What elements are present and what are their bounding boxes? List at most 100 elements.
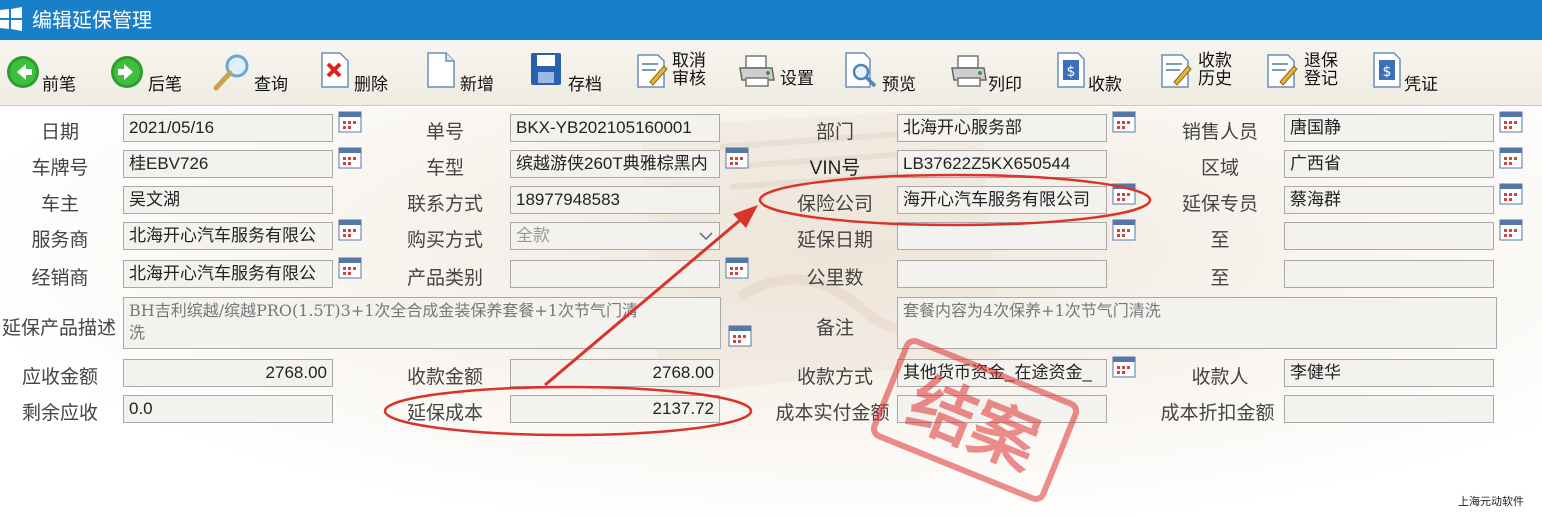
- plate-label: 车牌号: [31, 157, 89, 179]
- calendar-icon[interactable]: [1499, 183, 1523, 205]
- calendar-icon[interactable]: [338, 257, 362, 279]
- svg-text:$: $: [1383, 64, 1392, 80]
- print-button[interactable]: 列印: [950, 40, 1030, 106]
- cost-discount-label: 成本折扣金额: [1160, 402, 1275, 424]
- insurer-field[interactable]: 海开心汽车服务有限公司: [897, 186, 1107, 214]
- service-provider-label: 服务商: [31, 229, 89, 251]
- specialist-label: 延保专员: [1181, 193, 1258, 215]
- calendar-icon[interactable]: [338, 147, 362, 169]
- preview-button[interactable]: 预览: [844, 40, 924, 106]
- owner-field[interactable]: 吴文湖: [123, 186, 333, 214]
- arrow-left-icon: [7, 56, 39, 88]
- model-field[interactable]: 缤越游侠260T典雅棕黑内: [510, 150, 720, 178]
- cost-discount-field[interactable]: [1284, 395, 1494, 423]
- purchase-method-value: 全款: [516, 226, 550, 245]
- money-document-icon: $: [1373, 52, 1401, 88]
- contact-field[interactable]: 18977948583: [510, 186, 720, 214]
- calendar-icon[interactable]: [725, 147, 749, 169]
- model-label: 车型: [425, 157, 464, 179]
- calendar-icon[interactable]: [1499, 111, 1523, 133]
- calendar-icon[interactable]: [1112, 219, 1136, 241]
- printer-icon: [951, 55, 987, 87]
- product-desc-line-1: BH吉利缤越/缤越PRO(1.5T)3+1次全合成金装保养套餐+1次节气门清: [129, 301, 638, 320]
- edit-form: 日期 2021/05/16 单号 BKX-YB202105160001 部门 北…: [0, 107, 1542, 517]
- contact-label: 联系方式: [406, 193, 483, 215]
- cancel-review-button[interactable]: 取消 审核: [636, 40, 716, 106]
- printer-settings-icon: [739, 55, 775, 87]
- edit-document-icon: [637, 54, 668, 88]
- magnifier-icon: [213, 54, 249, 91]
- warranty-date-field[interactable]: [897, 222, 1107, 250]
- calendar-icon[interactable]: [1112, 111, 1136, 133]
- chevron-down-icon: [699, 232, 713, 241]
- prev-button[interactable]: 前笔: [6, 40, 86, 106]
- preview-icon: [845, 52, 877, 88]
- vin-field[interactable]: LB37622Z5KX650544: [897, 150, 1107, 178]
- order-no-field[interactable]: BKX-YB202105160001: [510, 114, 720, 142]
- date-label: 日期: [40, 121, 79, 143]
- next-button[interactable]: 后笔: [110, 40, 190, 106]
- stamp-text: 结案: [898, 363, 1051, 485]
- purchase-method-select[interactable]: 全款: [510, 222, 720, 250]
- mileage-field[interactable]: [897, 260, 1107, 288]
- dealer-label: 经销商: [31, 267, 89, 289]
- order-no-label: 单号: [425, 121, 464, 143]
- to-mileage-field[interactable]: [1284, 260, 1494, 288]
- product-desc-line-2: 洗: [129, 323, 146, 342]
- receiver-field[interactable]: 李健华: [1284, 359, 1494, 387]
- remaining-field[interactable]: 0.0: [123, 395, 333, 423]
- edit-document-icon: [1161, 54, 1192, 88]
- edit-document-icon: [1267, 54, 1298, 88]
- salesperson-field[interactable]: 唐国静: [1284, 114, 1494, 142]
- received-field[interactable]: 2768.00: [510, 359, 720, 387]
- new-document-icon: [427, 52, 455, 88]
- remaining-label: 剩余应收: [21, 402, 98, 424]
- service-provider-field[interactable]: 北海开心汽车服务有限公: [123, 222, 333, 250]
- windows-logo-icon: [0, 7, 22, 31]
- query-button[interactable]: 查询: [212, 40, 297, 106]
- dealer-field[interactable]: 北海开心汽车服务有限公: [123, 260, 333, 288]
- product-desc-label: 延保产品描述: [1, 317, 116, 339]
- remark-textarea[interactable]: 套餐内容为4次保养+1次节气门清洗: [897, 297, 1497, 349]
- mileage-label: 公里数: [806, 267, 864, 289]
- to-date-field[interactable]: [1284, 222, 1494, 250]
- collect-history-button[interactable]: 收款 历史: [1160, 40, 1240, 106]
- delete-button[interactable]: 删除: [320, 40, 395, 106]
- calendar-icon[interactable]: [1112, 183, 1136, 205]
- svg-text:$: $: [1067, 64, 1076, 80]
- department-field[interactable]: 北海开心服务部: [897, 114, 1107, 142]
- calendar-icon[interactable]: [1499, 219, 1523, 241]
- settings-button[interactable]: 设置: [738, 40, 818, 106]
- to-date-label: 至: [1210, 229, 1230, 251]
- product-category-field[interactable]: [510, 260, 720, 288]
- receiver-label: 收款人: [1191, 366, 1249, 388]
- calendar-icon[interactable]: [728, 325, 752, 347]
- voucher-button[interactable]: $ 凭证: [1372, 40, 1452, 106]
- new-button[interactable]: 新增: [426, 40, 501, 106]
- to-mileage-label: 至: [1210, 267, 1230, 289]
- calendar-icon[interactable]: [338, 219, 362, 241]
- window-title: 编辑延保管理: [32, 8, 152, 32]
- pay-method-label: 收款方式: [796, 366, 873, 388]
- warranty-cost-field[interactable]: 2137.72: [510, 395, 720, 423]
- plate-field[interactable]: 桂EBV726: [123, 150, 333, 178]
- warranty-cost-label: 延保成本: [406, 402, 483, 424]
- save-button[interactable]: 存档: [530, 40, 605, 106]
- region-field[interactable]: 广西省: [1284, 150, 1494, 178]
- calendar-icon[interactable]: [338, 111, 362, 133]
- receivable-label: 应收金额: [21, 366, 98, 388]
- arrow-right-icon: [111, 56, 143, 88]
- vendor-footer: 上海元动软件: [1458, 495, 1524, 508]
- money-document-icon: $: [1057, 52, 1085, 88]
- refund-register-button[interactable]: 退保 登记: [1266, 40, 1346, 106]
- vin-label: VIN号: [809, 158, 861, 179]
- collect-button[interactable]: $ 收款: [1056, 40, 1136, 106]
- calendar-icon[interactable]: [725, 257, 749, 279]
- calendar-icon[interactable]: [1112, 356, 1136, 378]
- calendar-icon[interactable]: [1499, 147, 1523, 169]
- date-field[interactable]: 2021/05/16: [123, 114, 333, 142]
- specialist-field[interactable]: 蔡海群: [1284, 186, 1494, 214]
- product-desc-textarea[interactable]: BH吉利缤越/缤越PRO(1.5T)3+1次全合成金装保养套餐+1次节气门清 洗: [123, 297, 721, 349]
- warranty-date-label: 延保日期: [796, 229, 873, 251]
- receivable-field[interactable]: 2768.00: [123, 359, 333, 387]
